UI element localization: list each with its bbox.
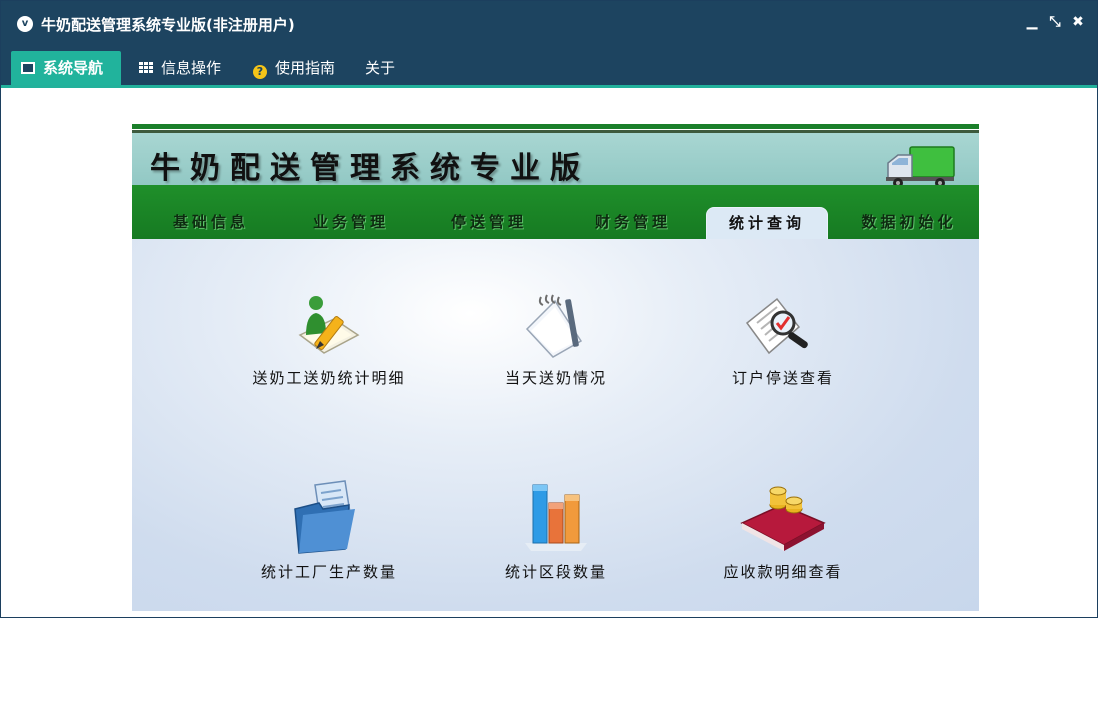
tab-basic-info[interactable]: 基础信息 xyxy=(156,207,266,239)
banner-stripe xyxy=(132,124,979,129)
menu-item-system-nav[interactable]: 系统导航 xyxy=(11,51,121,85)
banner-title: 牛奶配送管理系统专业版 xyxy=(150,151,590,186)
menu-item-label: 关于 xyxy=(365,59,396,77)
book-coins-icon xyxy=(740,486,826,551)
menu-item-label: 使用指南 xyxy=(275,59,336,77)
restore-icon[interactable]: ⤡ xyxy=(1046,13,1064,31)
function-label: 统计工厂生产数量 xyxy=(260,563,397,581)
menu-item-about[interactable]: 关于 xyxy=(355,51,411,85)
menu-item-info-ops[interactable]: 信息操作 xyxy=(129,51,239,85)
tab-statistics-query[interactable]: 统计查询 xyxy=(706,207,828,239)
bar-chart-icon xyxy=(525,484,587,551)
main-content: 牛奶配送管理系统专业版 基础信息 业务管理 停送管理 财务管理 统计查询 数据初… xyxy=(3,91,1095,615)
close-icon[interactable]: ✖ xyxy=(1069,13,1087,31)
menu-item-label: 系统导航 xyxy=(43,59,104,77)
function-label: 订户停送查看 xyxy=(731,369,834,387)
function-label: 当天送奶情况 xyxy=(504,369,607,387)
menu-item-label: 信息操作 xyxy=(161,59,222,77)
app-logo-icon: v xyxy=(17,16,33,32)
navigation-panel: 牛奶配送管理系统专业版 基础信息 业务管理 停送管理 财务管理 统计查询 数据初… xyxy=(132,124,979,611)
function-suspended-subscribers[interactable]: 订户停送查看 xyxy=(683,289,883,399)
document-search-icon xyxy=(745,297,808,355)
tab-business-management[interactable]: 业务管理 xyxy=(296,207,406,239)
function-factory-production[interactable]: 统计工厂生产数量 xyxy=(229,479,429,589)
grid-icon xyxy=(139,62,153,74)
banner-title-area: 牛奶配送管理系统专业版 xyxy=(132,133,979,188)
function-receivables-detail[interactable]: 应收款明细查看 xyxy=(683,479,883,589)
monitor-icon xyxy=(21,62,35,74)
folder-document-icon xyxy=(294,480,355,554)
person-pencil-icon xyxy=(298,296,360,354)
function-grid: 送奶工送奶统计明细 当天送奶情况 订户停送查看 统计工厂生产数量 统计区段数量 … xyxy=(132,239,979,611)
function-district-stats[interactable]: 统计区段数量 xyxy=(456,479,656,589)
main-menu-bar: 系统导航 信息操作 ? 使用指南 关于 xyxy=(1,45,1097,88)
truck-icon xyxy=(886,146,955,188)
function-label: 统计区段数量 xyxy=(504,563,607,581)
minimize-icon[interactable]: ▁ xyxy=(1023,13,1041,31)
function-today-delivery[interactable]: 当天送奶情况 xyxy=(456,289,656,399)
function-milkman-stats[interactable]: 送奶工送奶统计明细 xyxy=(229,289,429,399)
tab-suspension-management[interactable]: 停送管理 xyxy=(434,207,544,239)
app-window: v 牛奶配送管理系统专业版(非注册用户) ▁ ⤡ ✖ 系统导航 信息操作 ? 使用… xyxy=(0,0,1098,618)
module-tab-bar: 基础信息 业务管理 停送管理 财务管理 统计查询 数据初始化 xyxy=(132,185,979,239)
window-title: 牛奶配送管理系统专业版(非注册用户) xyxy=(41,16,295,34)
notepad-icon xyxy=(525,294,583,358)
function-label: 送奶工送奶统计明细 xyxy=(252,369,406,387)
menu-item-user-guide[interactable]: ? 使用指南 xyxy=(243,51,355,85)
title-bar[interactable]: v 牛奶配送管理系统专业版(非注册用户) ▁ ⤡ ✖ xyxy=(1,1,1097,45)
help-icon: ? xyxy=(253,65,267,79)
tab-finance-management[interactable]: 财务管理 xyxy=(578,207,688,239)
banner: 牛奶配送管理系统专业版 基础信息 业务管理 停送管理 财务管理 统计查询 数据初… xyxy=(132,124,979,239)
function-label: 应收款明细查看 xyxy=(723,563,843,581)
tab-data-init[interactable]: 数据初始化 xyxy=(842,207,976,239)
